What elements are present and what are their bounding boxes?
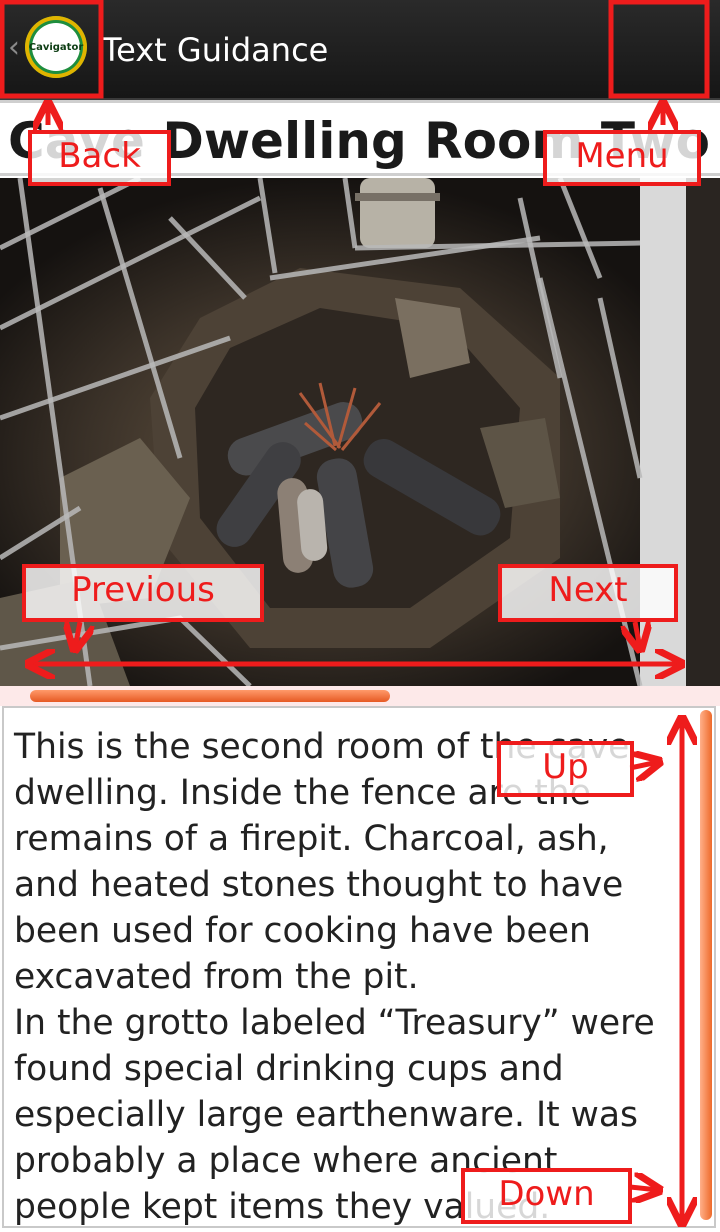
app-logo: Cavigator [25,16,87,78]
back-button[interactable]: ‹ Cavigator [0,0,100,96]
paragraph: In the grotto labeled “Treasury” were fo… [14,1003,655,1227]
section-title: Cave Dwelling Room Two (Fire [8,112,720,170]
app-title: Text Guidance [102,31,329,69]
paragraph: This is the second room of the cave dwel… [14,727,630,997]
chevron-left-icon: ‹ [8,30,20,65]
vertical-scrollbar-thumb[interactable] [700,710,712,1220]
guidance-text: This is the second room of the cave dwel… [14,724,674,1227]
section-title-bar: Cave Dwelling Room Two (Fire [0,100,720,176]
firepit-photo-image [0,178,720,686]
overflow-menu-button[interactable] [612,0,708,96]
action-bar: ‹ Cavigator Text Guidance [0,0,720,100]
horizontal-scrollbar-thumb[interactable] [30,690,390,702]
guidance-text-panel[interactable]: This is the second room of the cave dwel… [2,706,716,1228]
logo-text: Cavigator [28,41,84,53]
exhibit-photo[interactable] [0,178,720,686]
